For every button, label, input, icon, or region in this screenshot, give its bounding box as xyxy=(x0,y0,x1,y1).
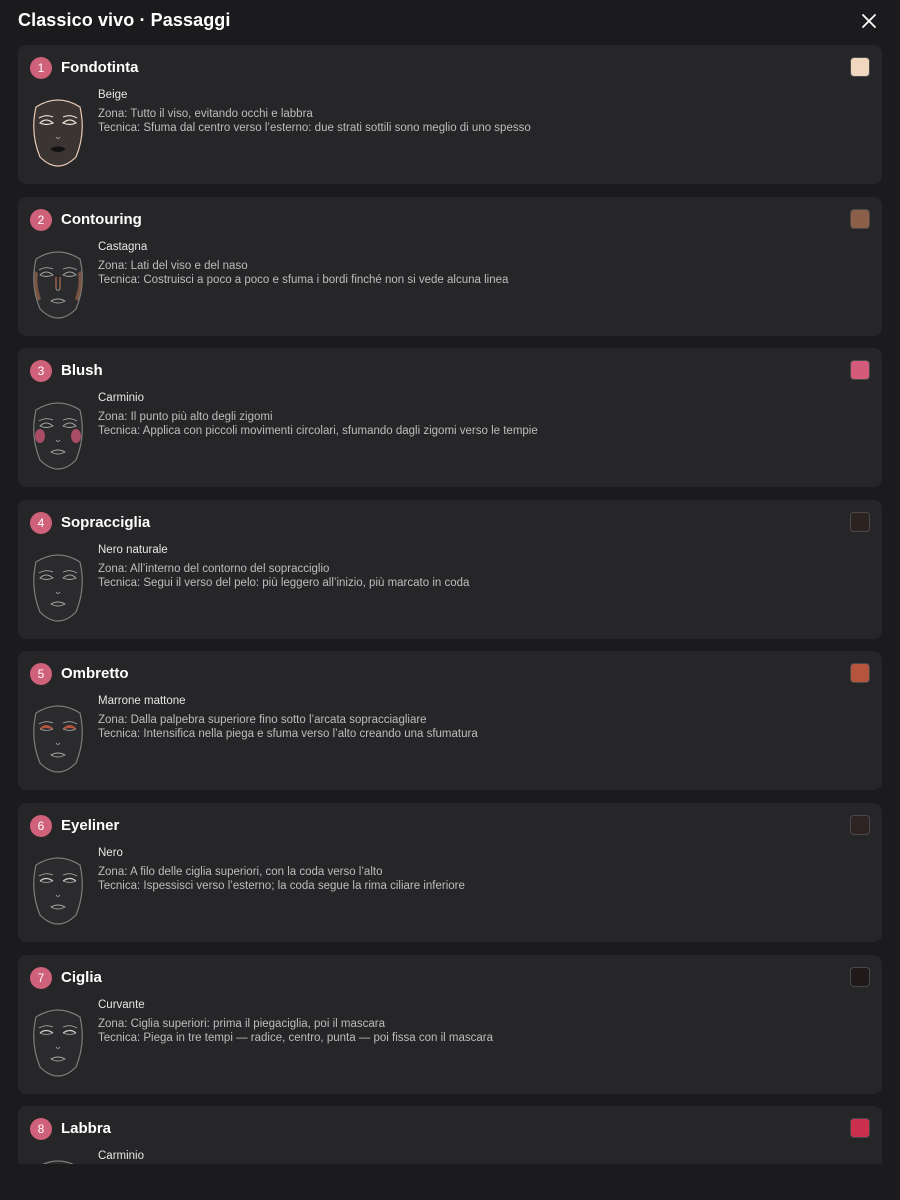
step-card[interactable]: 1 Fondotinta Beige Zona: Tutto il viso, … xyxy=(18,45,882,184)
color-swatch xyxy=(850,663,870,684)
step-card[interactable]: 4 Sopracciglia Nero naturale Zona: All’i… xyxy=(18,499,882,639)
face-diagram-icon xyxy=(26,93,90,173)
shade-name: Marrone mattone xyxy=(98,695,186,708)
shade-name: Nero xyxy=(98,846,123,859)
face-diagram-icon xyxy=(26,699,90,779)
shade-name: Beige xyxy=(98,89,128,101)
step-title: Fondotinta xyxy=(61,59,139,76)
color-swatch xyxy=(850,814,870,835)
step-title: Sopracciglia xyxy=(61,513,151,531)
close-icon xyxy=(862,14,876,28)
step-title: Contouring xyxy=(61,210,142,228)
face-diagram-icon xyxy=(26,396,90,476)
shade-name: Curvante xyxy=(98,998,145,1011)
zone-text: Zona: Ciglia superiori: prima il piegaci… xyxy=(98,1017,385,1030)
technique-text: Tecnica: Applica con piccoli movimenti c… xyxy=(98,425,538,438)
technique-text: Tecnica: Piega in tre tempi — radice, ce… xyxy=(98,1031,494,1044)
color-swatch xyxy=(850,511,870,532)
color-swatch xyxy=(850,360,870,381)
zone-text: Zona: All’interno del contorno del sopra… xyxy=(98,562,330,575)
shade-name: Castagna xyxy=(98,240,148,253)
step-card[interactable]: 5 Ombretto Marrone mattone Zona: Dalla p… xyxy=(18,651,882,791)
step-title: Labbra xyxy=(61,1120,112,1138)
technique-text: Tecnica: Segui il verso del pelo: più le… xyxy=(98,576,470,589)
technique-text: Tecnica: Intensifica nella piega e sfuma… xyxy=(98,728,478,741)
step-title: Eyeliner xyxy=(61,816,120,834)
close-button[interactable] xyxy=(856,8,882,34)
face-diagram-icon xyxy=(26,1003,90,1083)
zone-text: Zona: Il punto più alto degli zigomi xyxy=(98,411,273,424)
face-diagram-icon xyxy=(26,548,90,628)
step-number-badge: 7 xyxy=(30,966,52,989)
step-card[interactable]: 6 Eyeliner Nero Zona: A filo delle cigli… xyxy=(18,802,882,942)
face-diagram-icon xyxy=(26,1154,90,1164)
shade-name: Nero naturale xyxy=(98,543,168,556)
face-diagram-icon xyxy=(26,245,90,325)
technique-text: Tecnica: Costruisci a poco a poco e sfum… xyxy=(98,273,509,286)
steps-list[interactable]: 1 Fondotinta Beige Zona: Tutto il viso, … xyxy=(18,45,882,1164)
zone-text: Zona: Tutto il viso, evitando occhi e la… xyxy=(98,108,313,120)
face-diagram-icon xyxy=(26,851,90,931)
color-swatch xyxy=(850,208,870,229)
shade-name: Carminio xyxy=(98,392,145,405)
bottom-bar xyxy=(0,1164,900,1200)
step-card[interactable]: 8 Labbra Carminio xyxy=(18,1106,882,1164)
step-number-badge: 1 xyxy=(30,57,52,79)
step-title: Blush xyxy=(61,362,103,380)
step-number-badge: 4 xyxy=(30,511,52,534)
step-number-badge: 8 xyxy=(30,1118,52,1141)
step-number-badge: 2 xyxy=(30,208,52,231)
shade-name: Carminio xyxy=(98,1150,145,1163)
color-swatch xyxy=(850,1118,870,1139)
zone-text: Zona: Lati del viso e del naso xyxy=(98,259,248,272)
step-card[interactable]: 3 Blush Carminio Zona: Il punto più alto… xyxy=(18,348,882,488)
step-card[interactable]: 2 Contouring Castagna Zona: Lati del vis… xyxy=(18,196,882,336)
step-number-badge: 5 xyxy=(30,663,52,686)
color-swatch xyxy=(850,966,870,987)
color-swatch xyxy=(850,57,870,77)
step-number-badge: 3 xyxy=(30,360,52,383)
zone-text: Zona: A filo delle ciglia superiori, con… xyxy=(98,865,383,878)
header: Classico vivo · Passaggi xyxy=(0,0,900,42)
step-title: Ombretto xyxy=(61,665,129,683)
step-card[interactable]: 7 Ciglia Curvante Zona: Ciglia superiori… xyxy=(18,954,882,1094)
step-title: Ciglia xyxy=(61,968,102,986)
technique-text: Tecnica: Ispessisci verso l’esterno; la … xyxy=(98,879,465,892)
step-number-badge: 6 xyxy=(30,814,52,837)
technique-text: Tecnica: Sfuma dal centro verso l’estern… xyxy=(98,122,531,134)
zone-text: Zona: Dalla palpebra superiore fino sott… xyxy=(98,714,427,727)
page-title: Classico vivo · Passaggi xyxy=(18,10,231,30)
